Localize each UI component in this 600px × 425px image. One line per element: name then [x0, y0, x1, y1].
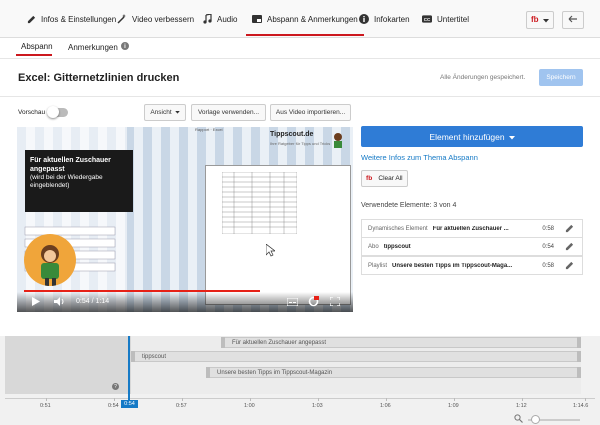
info-icon: [359, 14, 369, 24]
view-dropdown[interactable]: Ansicht: [144, 104, 186, 121]
settings-hd-icon[interactable]: [308, 296, 319, 309]
used-elements-count: Verwendete Elemente: 3 von 4: [361, 202, 457, 209]
clear-all-button[interactable]: fb Clear All: [361, 170, 408, 187]
subtab-abspann[interactable]: Abspann: [21, 42, 53, 51]
tab-infokarten[interactable]: Infokarten: [359, 0, 410, 38]
timeline-tick: 0:54: [108, 403, 119, 409]
card-subtitle: (wird bei der Wiedergabe eingeblendet): [30, 174, 103, 189]
video-controls: [17, 292, 353, 312]
tab-infos[interactable]: Infos & Einstellungen: [26, 0, 116, 38]
video-brand-text: Tippscout.de: [270, 131, 314, 138]
back-arrow-icon: [568, 15, 578, 25]
divider: [0, 58, 600, 59]
endscreen-help-link[interactable]: Weitere Infos zum Thema Abspann: [361, 153, 478, 162]
track-handle-left[interactable]: [221, 337, 225, 348]
tab-audio[interactable]: Audio: [202, 0, 237, 38]
track-handle-right[interactable]: [577, 367, 581, 378]
play-icon[interactable]: [32, 297, 40, 308]
timeline-tick: 1:09: [448, 403, 459, 409]
subtab-active-indicator: [16, 54, 52, 56]
caret-down-icon: [508, 132, 515, 142]
back-button[interactable]: [562, 11, 584, 29]
element-row[interactable]: Dynamisches Element Für aktuellen Zuscha…: [361, 219, 583, 238]
fb-logo-icon: fb: [531, 15, 543, 25]
timeline-ruler: [5, 398, 595, 399]
timeline-tick: 1:06: [380, 403, 391, 409]
help-icon: i: [120, 42, 129, 52]
zoom-slider-handle[interactable]: [531, 415, 540, 424]
subscribe-avatar[interactable]: [24, 234, 76, 286]
account-switcher-button[interactable]: fb: [526, 11, 554, 29]
pencil-icon: [26, 14, 36, 24]
timeline-tick: 1:03: [312, 403, 323, 409]
timeline-track[interactable]: Für aktuellen Zuschauer angepasst: [221, 337, 581, 348]
edit-pencil-icon[interactable]: [565, 242, 574, 253]
timeline-tick: 0:51: [40, 403, 51, 409]
video-time: 0:54 / 1:14: [76, 298, 110, 305]
preview-toggle-knob[interactable]: [47, 106, 59, 118]
timeline-tick: 1:12: [516, 403, 527, 409]
tab-video-verbessern[interactable]: Video verbessern: [117, 0, 194, 38]
magic-wand-icon: [117, 14, 127, 24]
edit-pencil-icon[interactable]: [565, 261, 574, 272]
divider: [0, 96, 600, 97]
video-progress-fill: [24, 290, 260, 292]
track-handle-left[interactable]: [131, 351, 135, 362]
endscreen-icon: [252, 14, 262, 24]
avatar-mascot-icon: [41, 245, 59, 286]
card-title: Für aktuellen Zuschauer angepasst: [30, 157, 111, 173]
playhead-time: 0:54: [121, 400, 138, 408]
element-row[interactable]: Abo tippscout 0:54: [361, 237, 583, 256]
timeline-track[interactable]: Unsere besten Tipps im Tippscout-Magazin: [206, 367, 581, 378]
add-element-button[interactable]: Element hinzufügen: [361, 126, 583, 147]
template-button[interactable]: Vorlage verwenden...: [191, 104, 266, 121]
timeline-playhead[interactable]: [128, 336, 130, 402]
fullscreen-icon[interactable]: [329, 296, 341, 308]
fb-logo-icon: fb: [366, 174, 376, 183]
zoom-search-icon: [514, 414, 523, 425]
timeline-track[interactable]: tippscout: [131, 351, 581, 362]
captions-icon: CC: [422, 14, 432, 24]
caret-down-icon: [543, 16, 549, 25]
track-handle-right[interactable]: [577, 337, 581, 348]
svg-text:fb: fb: [531, 15, 539, 23]
svg-text:CC: CC: [424, 17, 431, 22]
video-brand-subtitle: Ihre Ratgeber für Tipps und Tricks: [270, 141, 331, 146]
volume-icon[interactable]: [54, 297, 65, 308]
track-handle-left[interactable]: [206, 367, 210, 378]
timeline-tick: 1:14.6: [573, 403, 589, 409]
import-video-button[interactable]: Aus Video importieren...: [270, 104, 351, 121]
spreadsheet-grid-graphic: [222, 172, 297, 234]
svg-text:fb: fb: [366, 175, 372, 181]
tab-abspann-anmerkungen[interactable]: Abspann & Anmerkungen: [246, 0, 364, 38]
preview-label: Vorschau: [18, 109, 46, 116]
timeline-tick: 0:57: [176, 403, 187, 409]
caret-down-icon: [174, 109, 180, 116]
timeline-tick: 1:00: [244, 403, 255, 409]
subtab-anmerkungen[interactable]: Anmerkungen i: [68, 42, 129, 52]
subtitles-icon[interactable]: [286, 297, 299, 308]
edit-pencil-icon[interactable]: [565, 224, 574, 235]
mascot-icon: [330, 132, 346, 152]
timeline-help-icon[interactable]: ?: [112, 383, 119, 390]
save-button[interactable]: Speichern: [539, 69, 583, 86]
track-handle-right[interactable]: [577, 351, 581, 362]
video-doc-header: Rapport · Excel: [195, 127, 223, 132]
music-note-icon: [202, 14, 212, 24]
element-row[interactable]: Playlist Unsere besten Tipps im Tippscou…: [361, 256, 583, 275]
mouse-cursor-icon: [265, 243, 277, 259]
tab-untertitel[interactable]: CC Untertitel: [422, 0, 469, 38]
save-status: Alle Änderungen gespeichert.: [440, 74, 526, 81]
page-title: Excel: Gitternetzlinien drucken: [18, 72, 180, 84]
